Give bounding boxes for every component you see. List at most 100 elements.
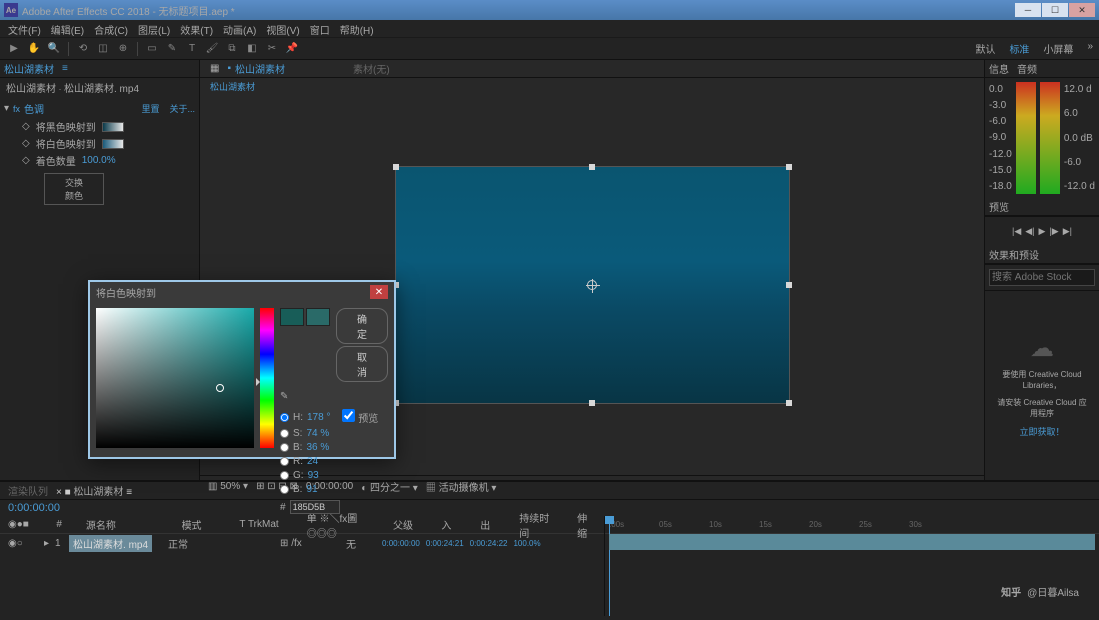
anchor-tool-icon[interactable]: ⊕ <box>115 41 131 57</box>
color-selector-ring[interactable] <box>216 384 224 392</box>
ok-button[interactable]: 确定 <box>336 308 388 344</box>
last-frame-icon[interactable]: ▶| <box>1063 226 1072 237</box>
effect-name[interactable]: 色调 <box>24 101 44 116</box>
s-value[interactable]: 74 % <box>306 428 329 439</box>
comp-tab[interactable]: ▪ 松山湖素材 <box>227 61 285 76</box>
bl-radio[interactable] <box>280 485 289 494</box>
first-frame-icon[interactable]: |◀ <box>1012 226 1021 237</box>
effects-presets-tab[interactable]: 效果和预设 <box>989 247 1039 262</box>
comp-menu-icon[interactable]: ▦ <box>210 63 219 74</box>
search-help-icon[interactable]: » <box>1087 41 1093 56</box>
clone-tool-icon[interactable]: ⧉ <box>224 41 240 57</box>
prev-frame-icon[interactable]: ◀| <box>1025 226 1034 237</box>
timeline-track-area[interactable]: :00s 05s 10s 15s 20s 25s 30s <box>605 516 1099 616</box>
timeline-layer-row[interactable]: ◉○ ▸ 1 松山湖素材. mp4 正常 ⊞ /fx 无 0:00:00:00 … <box>0 534 604 552</box>
rotate-tool-icon[interactable]: ⟲ <box>75 41 91 57</box>
effect-toggle-icon[interactable]: ▾ <box>4 103 9 114</box>
menu-animation[interactable]: 动画(A) <box>219 20 260 37</box>
play-icon[interactable]: ▶ <box>1039 226 1046 237</box>
preview-tab[interactable]: 预览 <box>989 199 1009 214</box>
handle-icon[interactable] <box>786 282 792 288</box>
hue-indicator-icon[interactable] <box>256 378 260 386</box>
handle-icon[interactable] <box>393 164 399 170</box>
pen-tool-icon[interactable]: ✎ <box>164 41 180 57</box>
menu-edit[interactable]: 编辑(E) <box>47 20 88 37</box>
col-trkmat[interactable]: T TrkMat <box>239 519 286 530</box>
info-tab[interactable]: 信息 <box>989 61 1009 76</box>
hex-input[interactable] <box>290 500 340 514</box>
twirl-icon[interactable]: ▸ <box>44 538 49 549</box>
roto-tool-icon[interactable]: ✂ <box>264 41 280 57</box>
audio-tab[interactable]: 音频 <box>1017 61 1037 76</box>
selection-tool-icon[interactable]: ▶ <box>6 41 22 57</box>
menu-view[interactable]: 视图(V) <box>262 20 303 37</box>
handle-icon[interactable] <box>589 400 595 406</box>
b-value[interactable]: 36 % <box>306 442 329 453</box>
next-frame-icon[interactable]: |▶ <box>1049 226 1058 237</box>
camera-tool-icon[interactable]: ◫ <box>95 41 111 57</box>
r-value[interactable]: 24 <box>307 456 318 467</box>
g-radio[interactable] <box>280 471 289 480</box>
current-time-indicator[interactable] <box>609 516 610 616</box>
col-parent[interactable]: 父级 <box>393 517 421 532</box>
preview-checkbox[interactable] <box>342 409 355 422</box>
g-value[interactable]: 93 <box>308 470 319 481</box>
hue-slider[interactable] <box>260 308 274 448</box>
anchor-point-icon[interactable] <box>587 280 597 290</box>
cancel-button[interactable]: 取消 <box>336 346 388 382</box>
fx-badge[interactable]: fx <box>13 104 20 114</box>
bl-value[interactable]: 91 <box>306 484 317 495</box>
old-color-swatch[interactable] <box>306 308 330 326</box>
b-radio[interactable] <box>280 443 289 452</box>
minimize-button[interactable]: ─ <box>1015 3 1041 17</box>
menu-help[interactable]: 帮助(H) <box>336 20 378 37</box>
layer-duration-bar[interactable] <box>609 534 1095 550</box>
menu-file[interactable]: 文件(F) <box>4 20 45 37</box>
layer-name[interactable]: 松山湖素材. mp4 <box>69 535 152 552</box>
effect-about[interactable]: 关于... <box>169 102 195 115</box>
search-input[interactable] <box>989 269 1095 286</box>
r-radio[interactable] <box>280 457 289 466</box>
shape-tool-icon[interactable]: ▭ <box>144 41 160 57</box>
handle-icon[interactable] <box>786 400 792 406</box>
h-radio[interactable] <box>280 413 289 422</box>
handle-icon[interactable] <box>589 164 595 170</box>
preview-frame[interactable] <box>395 166 790 404</box>
col-in[interactable]: 入 <box>441 517 460 532</box>
dialog-close-button[interactable]: ✕ <box>370 285 388 299</box>
stopwatch-icon[interactable]: ◇ <box>22 138 30 149</box>
cc-link[interactable]: 立即获取！ <box>1019 425 1064 438</box>
puppet-tool-icon[interactable]: 📌 <box>284 41 300 57</box>
maximize-button[interactable]: ☐ <box>1042 3 1068 17</box>
handle-icon[interactable] <box>786 164 792 170</box>
ws-small[interactable]: 小屏幕 <box>1043 41 1073 56</box>
h-value[interactable]: 178 ° <box>307 412 330 423</box>
hand-tool-icon[interactable]: ✋ <box>26 41 42 57</box>
col-dur[interactable]: 持续时间 <box>519 510 557 540</box>
menu-composition[interactable]: 合成(C) <box>90 20 132 37</box>
black-color-swatch[interactable] <box>102 122 124 132</box>
stopwatch-icon[interactable]: ◇ <box>22 121 30 132</box>
col-stretch[interactable]: 伸缩 <box>577 510 596 540</box>
camera-dropdown[interactable]: ▦ 活动摄像机 ▾ <box>426 479 497 494</box>
s-radio[interactable] <box>280 429 289 438</box>
stopwatch-icon[interactable]: ◇ <box>22 155 30 166</box>
col-out[interactable]: 出 <box>480 517 499 532</box>
effect-reset[interactable]: 里置 <box>141 102 159 115</box>
prop-amount-value[interactable]: 100.0% <box>82 155 116 166</box>
ws-default[interactable]: 默认 <box>975 41 995 56</box>
render-queue-tab[interactable]: 渲染队列 <box>8 483 48 498</box>
layer-toggles[interactable]: ◉○ <box>8 538 38 549</box>
eraser-tool-icon[interactable]: ◧ <box>244 41 260 57</box>
menu-layer[interactable]: 图层(L) <box>134 20 174 37</box>
white-color-swatch[interactable] <box>102 139 124 149</box>
time-ruler[interactable]: :00s 05s 10s 15s 20s 25s 30s <box>605 516 1099 534</box>
zoom-tool-icon[interactable]: 🔍 <box>46 41 62 57</box>
menu-window[interactable]: 窗口 <box>306 20 334 37</box>
ws-standard[interactable]: 标准 <box>1009 41 1029 56</box>
text-tool-icon[interactable]: T <box>184 41 200 57</box>
swap-colors-button[interactable]: 交换颜色 <box>44 173 104 205</box>
brush-tool-icon[interactable]: 🖌 <box>204 41 220 57</box>
color-field[interactable] <box>96 308 254 448</box>
effect-controls-tab[interactable]: 松山湖素材 <box>4 61 54 76</box>
